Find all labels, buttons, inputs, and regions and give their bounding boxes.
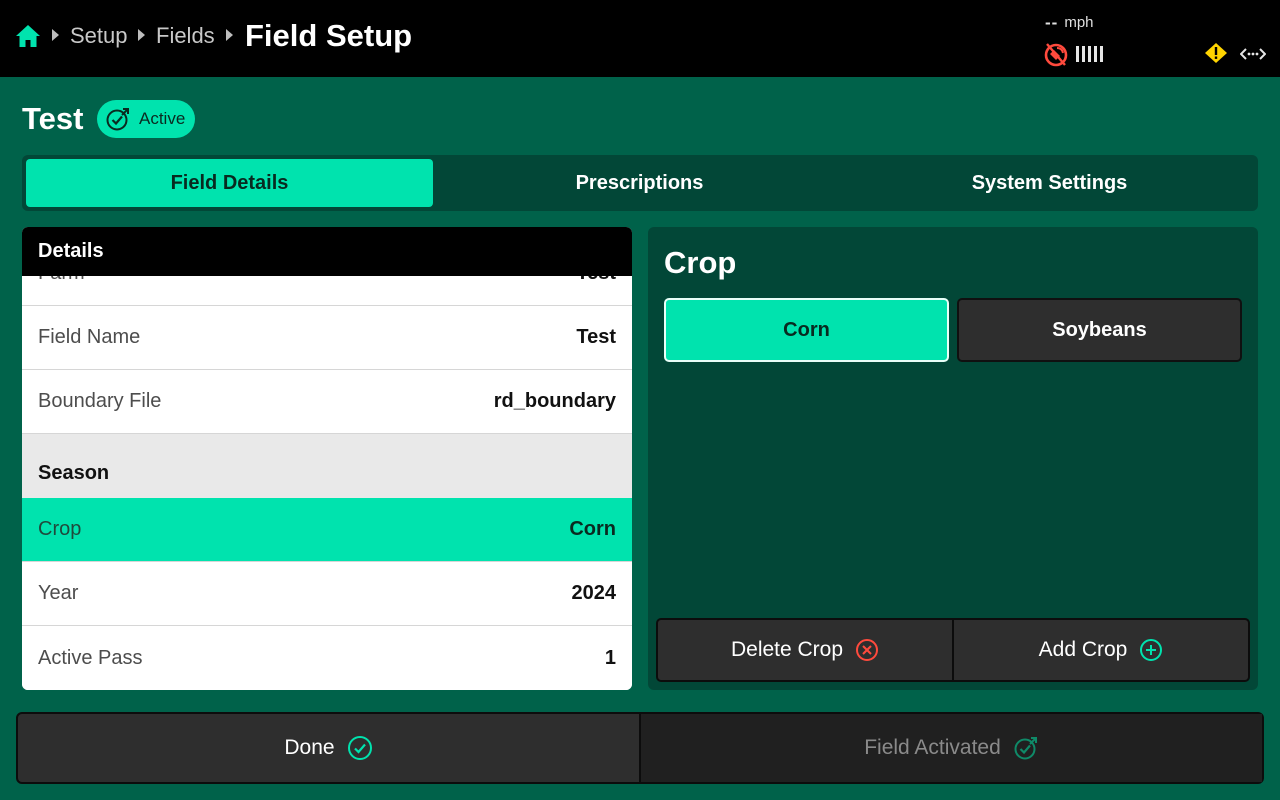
add-plus-icon [1140, 639, 1163, 661]
crop-option-soybeans[interactable]: Soybeans [957, 298, 1242, 362]
top-bar: Setup Fields Field Setup -- mph [0, 0, 1280, 77]
bottom-action-bar: Done Field Activated [16, 712, 1264, 784]
connection-icon[interactable] [1240, 46, 1266, 62]
chevron-right-icon [52, 29, 59, 41]
active-check-icon [106, 108, 129, 131]
done-button[interactable]: Done [18, 714, 639, 782]
speed-unit: mph [1064, 14, 1094, 31]
field-activated-button[interactable]: Field Activated [639, 714, 1262, 782]
crop-panel-title: Crop [664, 245, 737, 280]
delete-crop-label: Delete Crop [730, 638, 844, 661]
delete-x-icon [856, 639, 879, 661]
breadcrumb-fields[interactable]: Fields [156, 22, 215, 50]
signal-bars-icon [1076, 46, 1103, 62]
chevron-right-icon [138, 29, 145, 41]
tab-bar: Field Details Prescriptions System Setti… [22, 155, 1258, 211]
details-panel: Details Farm Test Field Name Test Bounda… [22, 227, 632, 690]
tab-field-details[interactable]: Field Details [26, 159, 433, 207]
season-row-year[interactable]: Year 2024 [22, 562, 632, 626]
breadcrumb-setup[interactable]: Setup [70, 22, 128, 50]
chevron-right-icon [226, 29, 233, 41]
detail-value: rd_boundary [493, 390, 616, 412]
delete-crop-button[interactable]: Delete Crop [658, 620, 952, 680]
season-row-active-pass[interactable]: Active Pass 1 [22, 626, 632, 690]
season-value: Corn [569, 518, 616, 540]
season-value: 2024 [571, 582, 617, 604]
page-title: Field Setup [245, 18, 413, 53]
crop-panel: Crop Corn Soybeans Delete Crop Add Crop [648, 227, 1258, 690]
crop-option-corn[interactable]: Corn [664, 298, 949, 362]
field-activated-label: Field Activated [864, 736, 1001, 759]
status-badge: Active [97, 100, 195, 138]
add-crop-label: Add Crop [1038, 638, 1128, 661]
detail-label: Boundary File [38, 390, 162, 412]
detail-label: Field Name [38, 326, 141, 348]
home-icon[interactable] [14, 22, 42, 50]
season-label: Active Pass [38, 646, 143, 669]
details-header: Details [22, 227, 632, 276]
gps-icon[interactable] [1043, 41, 1069, 67]
warning-icon[interactable] [1204, 42, 1228, 64]
field-name-title: Test [22, 101, 84, 136]
speed-readout: -- mph [1045, 13, 1094, 33]
crop-action-bar: Delete Crop Add Crop [656, 618, 1250, 682]
season-value: 1 [604, 646, 616, 669]
active-check-icon [1014, 737, 1037, 760]
season-label: Crop [38, 518, 82, 540]
tab-system-settings[interactable]: System Settings [846, 159, 1253, 207]
detail-row-boundary-file[interactable]: Boundary File rd_boundary [22, 370, 632, 434]
season-label: Year [38, 582, 79, 604]
status-badge-label: Active [139, 109, 186, 128]
season-section-header: Season [22, 434, 632, 498]
season-row-crop[interactable]: Crop Corn [22, 498, 632, 562]
tab-prescriptions[interactable]: Prescriptions [436, 159, 843, 207]
detail-row-field-name[interactable]: Field Name Test [22, 306, 632, 370]
speed-value: -- [1045, 13, 1059, 32]
check-circle-icon [347, 736, 372, 760]
add-crop-button[interactable]: Add Crop [952, 620, 1248, 680]
detail-value: Test [576, 326, 616, 348]
done-label: Done [284, 736, 335, 759]
